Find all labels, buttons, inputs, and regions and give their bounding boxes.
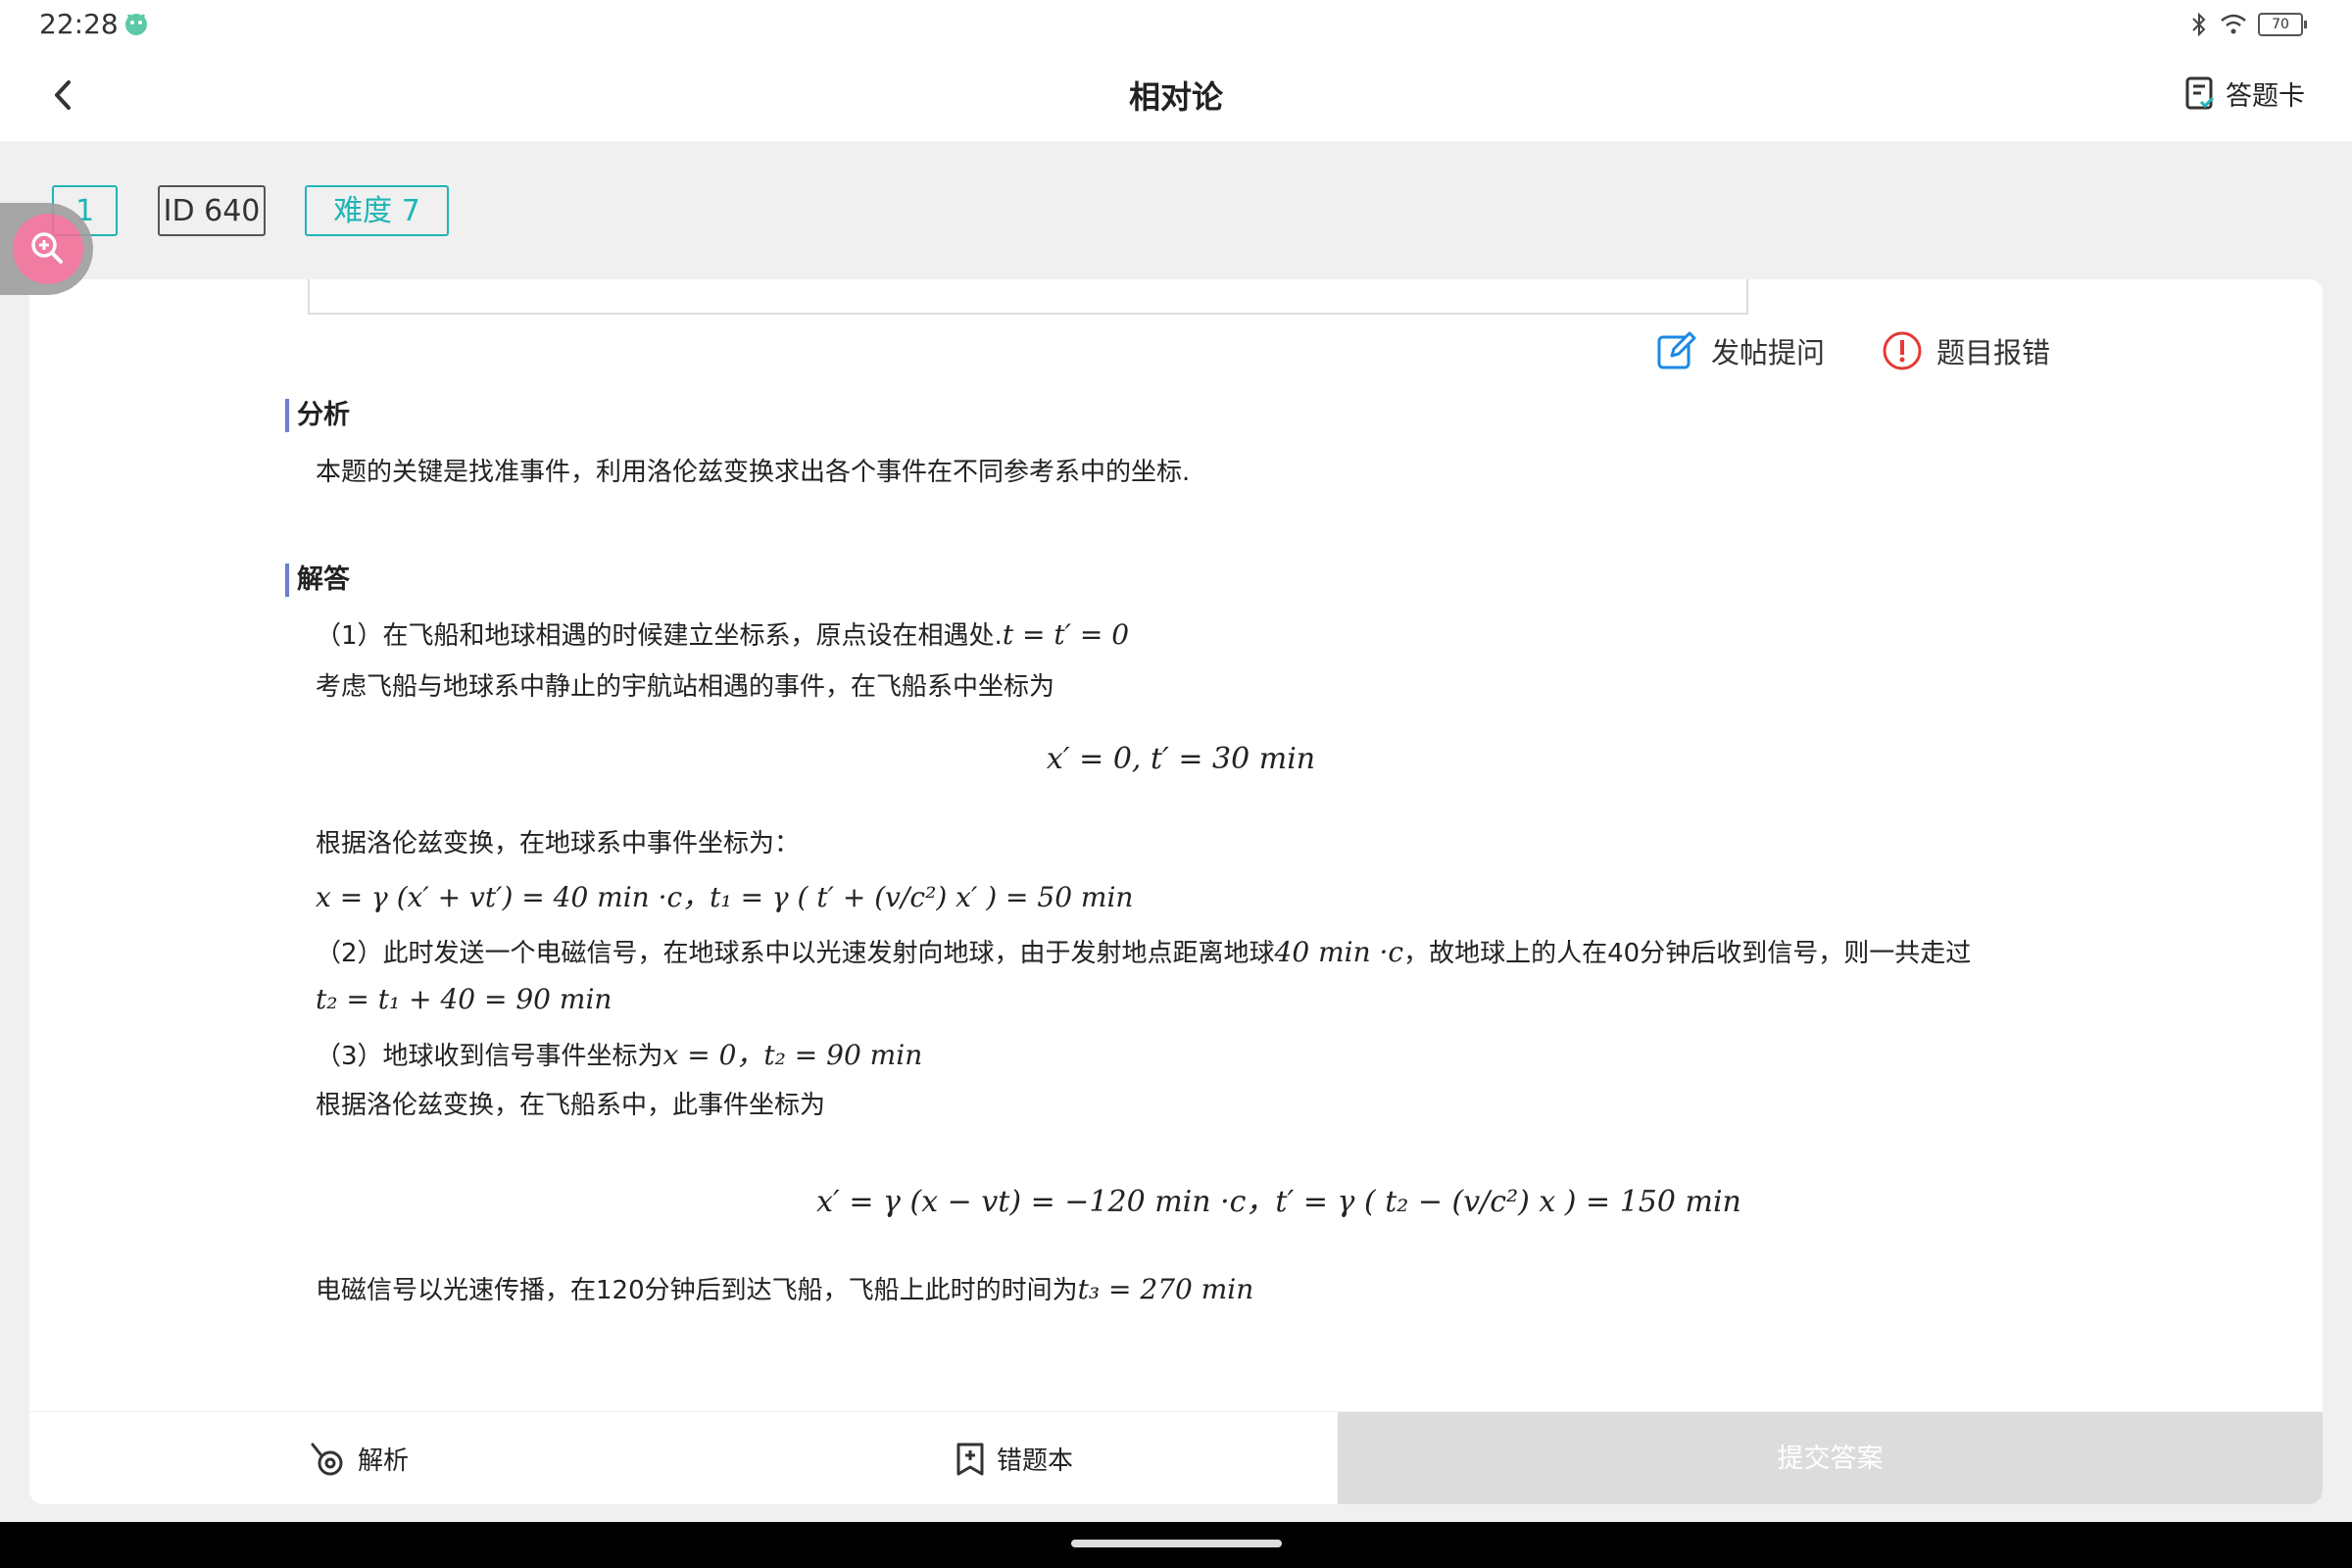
- answer-card-label: 答题卡: [2226, 81, 2305, 112]
- solution-text: ，故地球上的人在40分钟后收到信号，则一共走过: [1403, 939, 1972, 968]
- solution-heading: 解答: [285, 564, 350, 597]
- solution-math-line: x = γ (x′ + vt′) = 40 min ·c，t₁ = γ ( t′…: [316, 881, 1134, 913]
- zoom-float-button[interactable]: [0, 203, 93, 295]
- bluetooth-icon: [2192, 12, 2206, 37]
- solution-line: 根据洛伦兹变换，在飞船系中，此事件坐标为: [316, 1091, 826, 1120]
- question-box-bottom: [308, 279, 1748, 315]
- wrong-book-label: 错题本: [997, 1446, 1074, 1476]
- solution-card: 发帖提问 题目报错 分析 本题的关键是找准事件，利用洛伦兹变换求出各个事件在不同…: [29, 279, 2323, 1504]
- solution-line: 电磁信号以光速传播，在120分钟后到达飞船，飞船上此时的时间为t₃ = 270 …: [316, 1270, 1253, 1306]
- analysis-label: 解析: [358, 1446, 410, 1476]
- solution-math: 40 min ·c: [1274, 936, 1404, 968]
- analysis-heading: 分析: [285, 399, 350, 432]
- zoom-in-icon: [31, 232, 63, 264]
- answer-card-button[interactable]: 答题卡: [2184, 74, 2305, 113]
- answer-sheet-icon: [2185, 76, 2215, 109]
- question-id-tag: ID 640: [158, 185, 266, 236]
- solution-line: 考虑飞船与地球系中静止的宇航站相遇的事件，在飞船系中坐标为: [316, 672, 1055, 702]
- solution-math: t = t′ = 0: [1002, 618, 1130, 651]
- analysis-text: 本题的关键是找准事件，利用洛伦兹变换求出各个事件在不同参考系中的坐标.: [316, 458, 1191, 487]
- solution-line: （2）此时发送一个电磁信号，在地球系中以光速发射向地球，由于发射地点距离地球40…: [316, 933, 1971, 969]
- solution-text: （1）在飞船和地球相遇的时候建立坐标系，原点设在相遇处.: [316, 621, 1003, 651]
- equation-2: x′ = γ (x − vt) = −120 min ·c，t′ = γ ( t…: [816, 1185, 1741, 1219]
- report-error-label: 题目报错: [1936, 336, 2051, 369]
- status-icons: 70: [2189, 10, 2307, 39]
- solution-text: 电磁信号以光速传播，在120分钟后到达飞船，飞船上此时的时间为: [316, 1276, 1078, 1305]
- ask-question-label: 发帖提问: [1711, 336, 1826, 369]
- app-mascot-icon: [125, 14, 147, 35]
- wrong-book-button[interactable]: 错题本: [956, 1412, 1073, 1504]
- edit-post-icon: [1657, 331, 1696, 369]
- difficulty-tag: 难度 7: [305, 185, 449, 236]
- wifi-icon: [2221, 14, 2246, 34]
- status-bar: 22:28 70: [0, 0, 2352, 49]
- solution-text: （2）此时发送一个电磁信号，在地球系中以光速发射向地球，由于发射地点距离地球: [316, 939, 1275, 968]
- solution-math: x = 0，t₂ = 90 min: [662, 1039, 923, 1071]
- battery-icon: 70: [2258, 13, 2307, 36]
- bookmark-add-icon: [956, 1443, 984, 1475]
- solution-text: （3）地球收到信号事件坐标为: [316, 1042, 663, 1071]
- bottom-action-bar: 解析 错题本 提交答案: [29, 1411, 2323, 1504]
- nav-bar: 相对论 答题卡: [0, 49, 2352, 141]
- system-nav-bar: [0, 1522, 2352, 1568]
- solution-line: （3）地球收到信号事件坐标为x = 0，t₂ = 90 min: [316, 1034, 922, 1073]
- page-title: 相对论: [1128, 78, 1223, 116]
- solution-line: （1）在飞船和地球相遇的时候建立坐标系，原点设在相遇处.t = t′ = 0: [316, 615, 1129, 652]
- status-time: 22:28: [39, 8, 119, 40]
- ask-question-button[interactable]: 发帖提问: [1656, 330, 1825, 371]
- solution-math-line: t₂ = t₁ + 40 = 90 min: [316, 983, 612, 1015]
- zoom-button-bg: [13, 214, 83, 284]
- home-indicator[interactable]: [1071, 1540, 1282, 1547]
- analysis-icon: [311, 1443, 343, 1475]
- submit-answer-button[interactable]: 提交答案: [1338, 1412, 2323, 1504]
- analysis-button[interactable]: 解析: [309, 1412, 409, 1504]
- solution-line: 根据洛伦兹变换，在地球系中事件坐标为：: [316, 829, 801, 858]
- solution-math: t₃ = 270 min: [1077, 1273, 1254, 1305]
- warning-icon: [1883, 331, 1922, 370]
- report-error-button[interactable]: 题目报错: [1882, 330, 2050, 371]
- equation-1: x′ = 0, t′ = 30 min: [1046, 742, 1316, 776]
